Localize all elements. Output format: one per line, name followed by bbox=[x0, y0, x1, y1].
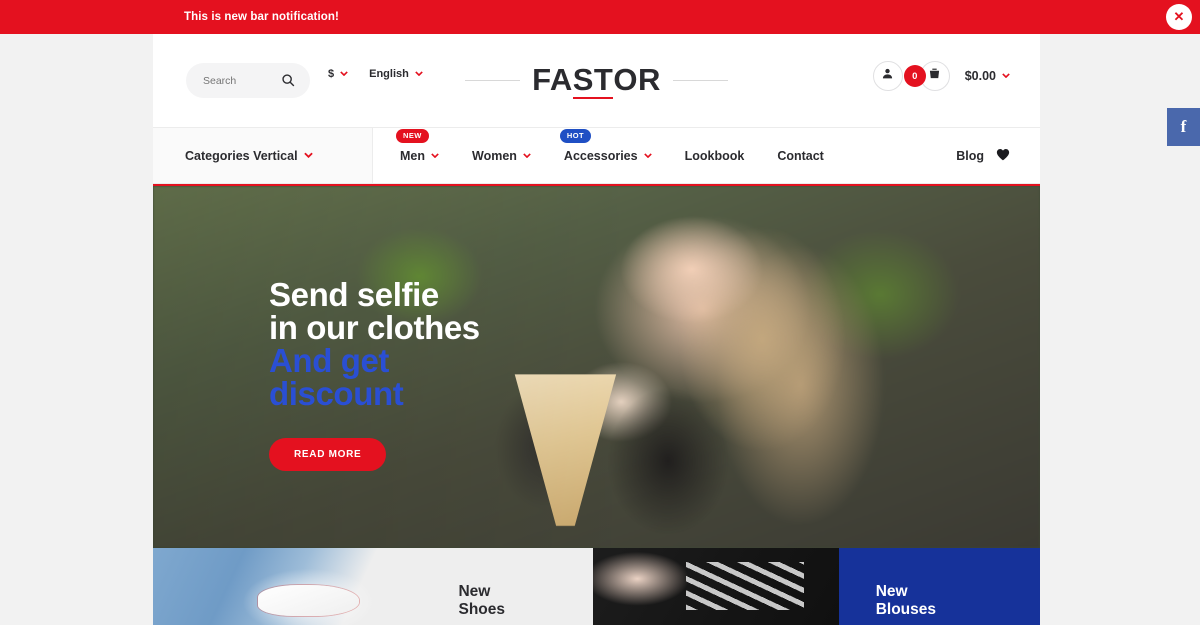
logo-rule-left bbox=[465, 79, 521, 81]
badge-hot: HOT bbox=[559, 128, 591, 143]
promo-blouses-image bbox=[593, 548, 839, 625]
hero-line-4: discount bbox=[269, 375, 404, 412]
hero-banner[interactable]: Send selfie in our clothes And get disco… bbox=[153, 184, 1040, 548]
nav-label-women: Women bbox=[472, 148, 517, 163]
hero-copy: Send selfie in our clothes And get disco… bbox=[269, 278, 480, 471]
chevron-down-icon bbox=[303, 152, 313, 160]
chevron-down-icon bbox=[523, 152, 531, 160]
nav-item-men[interactable]: NEW Men bbox=[396, 128, 439, 163]
logo-part-2: ST bbox=[572, 62, 614, 97]
nav-item-lookbook[interactable]: Lookbook bbox=[685, 149, 745, 163]
chevron-down-icon bbox=[643, 152, 652, 160]
hero-line-2: in our clothes bbox=[269, 309, 480, 346]
promo-shoes-image bbox=[153, 548, 382, 625]
nav-label-accessories: Accessories bbox=[563, 148, 638, 163]
promo-shoes-label: New Shoes bbox=[458, 583, 505, 619]
notification-bar: This is new bar notification! ✕ bbox=[0, 0, 1200, 34]
categories-vertical-button[interactable]: Categories Vertical bbox=[153, 128, 373, 183]
logo-part-1: FA bbox=[532, 62, 573, 97]
nav-item-women[interactable]: Women bbox=[472, 149, 531, 163]
site-header: $ English FASTOR bbox=[153, 34, 1040, 127]
header-actions: 0 $0.00 bbox=[872, 61, 1010, 91]
promo-blouses-line-2: Blouses bbox=[875, 601, 936, 618]
logo-part-3: OR bbox=[613, 62, 661, 97]
nav-label-blog: Blog bbox=[956, 148, 984, 163]
nav-menu: NEW Men Women HOT Accessories Lookbook C… bbox=[373, 128, 1040, 183]
nav-item-accessories[interactable]: HOT Accessories bbox=[559, 128, 652, 163]
hero-line-3: And get bbox=[269, 342, 390, 379]
promo-blouses-line-1: New bbox=[875, 583, 908, 600]
promo-banner-shoes[interactable]: New Shoes bbox=[153, 548, 593, 625]
chevron-down-icon[interactable] bbox=[1002, 72, 1010, 80]
notification-text: This is new bar notification! bbox=[184, 11, 339, 23]
close-icon[interactable]: ✕ bbox=[1166, 4, 1192, 30]
cart-count-badge: 0 bbox=[903, 65, 926, 87]
nav-item-contact[interactable]: Contact bbox=[777, 149, 824, 163]
account-button[interactable] bbox=[872, 61, 903, 91]
basket-icon bbox=[928, 67, 941, 85]
promo-blouses-label: New Blouses bbox=[876, 583, 936, 619]
hero-line-1: Send selfie bbox=[269, 276, 439, 313]
nav-label-contact: Contact bbox=[777, 148, 824, 163]
heart-icon[interactable] bbox=[996, 148, 1010, 164]
page-container: $ English FASTOR bbox=[153, 34, 1040, 625]
promo-banner-blouses[interactable]: New Blouses bbox=[593, 548, 1040, 625]
main-navigation: Categories Vertical NEW Men Women HOT Ac… bbox=[153, 127, 1040, 184]
promo-shoes-line-1: New bbox=[458, 583, 491, 600]
read-more-button[interactable]: READ MORE bbox=[269, 438, 387, 471]
cart-button[interactable]: 0 bbox=[903, 61, 950, 91]
nav-item-blog[interactable]: Blog bbox=[956, 148, 1010, 164]
nav-label-lookbook: Lookbook bbox=[684, 148, 745, 163]
cart-total: $0.00 bbox=[964, 69, 996, 83]
categories-label: Categories Vertical bbox=[185, 148, 298, 163]
chevron-down-icon bbox=[431, 152, 439, 160]
promo-banners: New Shoes New Blouses bbox=[153, 548, 1040, 625]
promo-shoes-line-2: Shoes bbox=[458, 601, 505, 618]
badge-new: NEW bbox=[396, 128, 429, 143]
logo-text: FASTOR bbox=[532, 62, 661, 98]
nav-label-men: Men bbox=[400, 148, 425, 163]
logo-rule-right bbox=[672, 79, 728, 81]
facebook-icon[interactable]: f bbox=[1167, 108, 1200, 146]
user-icon bbox=[881, 67, 894, 85]
